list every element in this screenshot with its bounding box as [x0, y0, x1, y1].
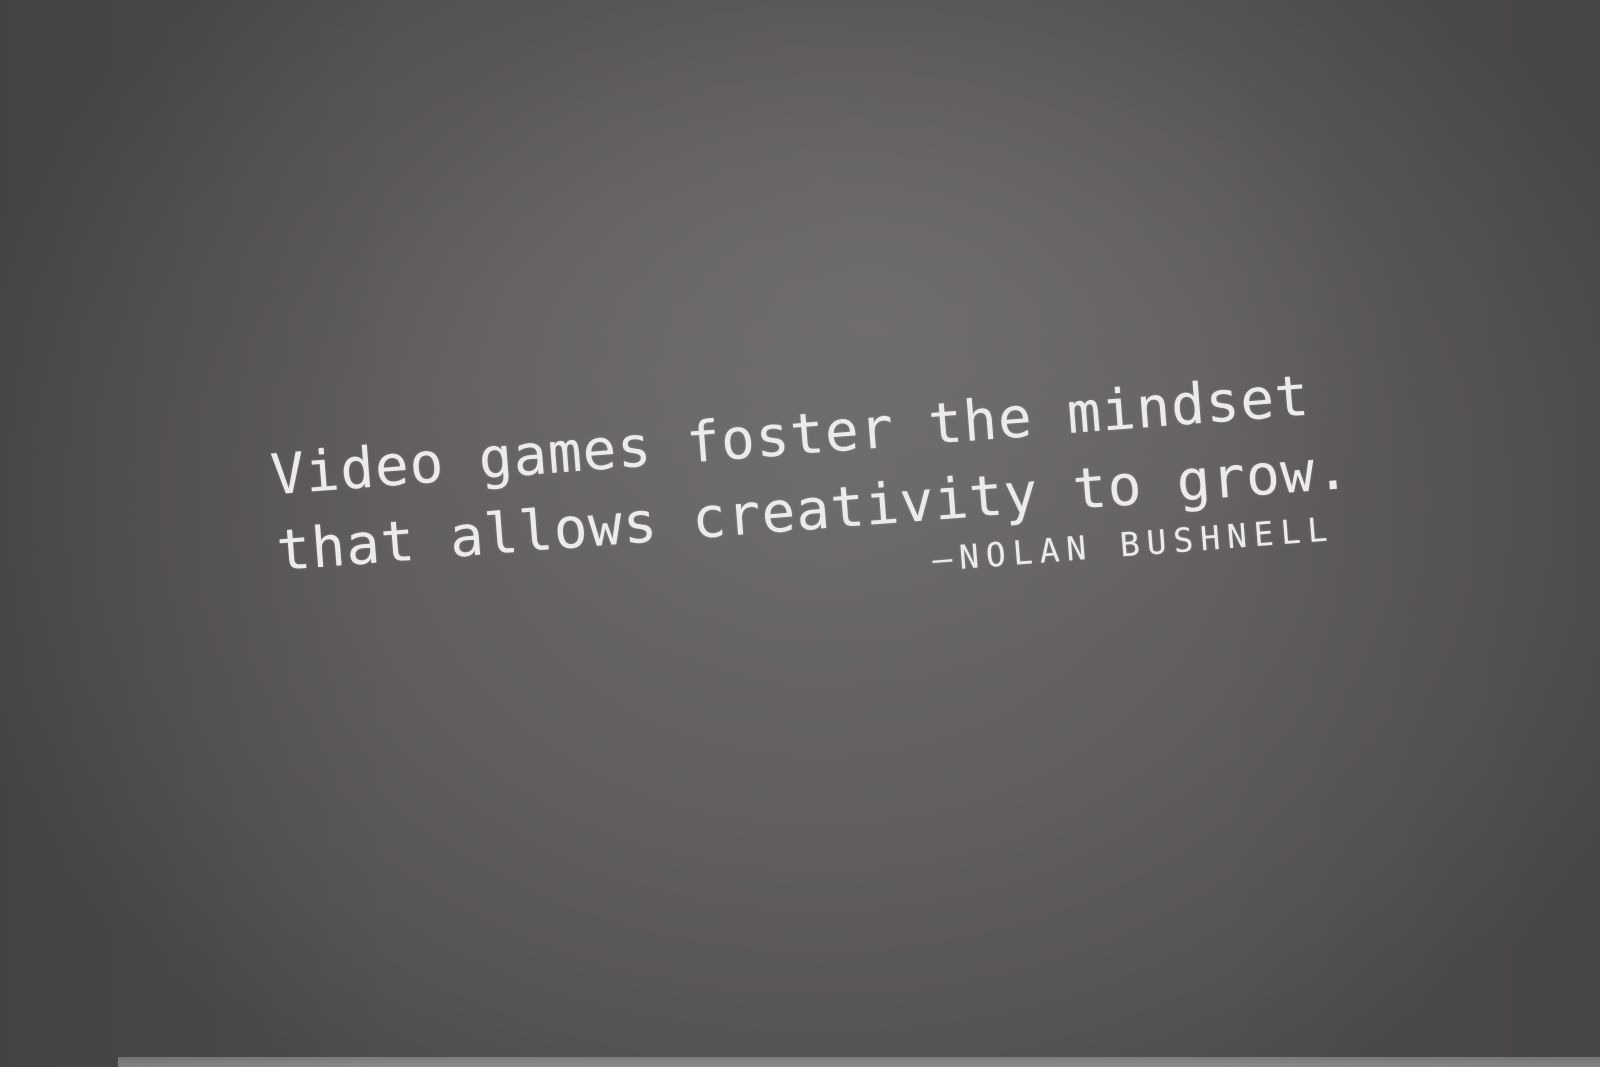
- gallery-wall: Video games foster the mindset that allo…: [0, 0, 1600, 1067]
- floor-strip: [118, 1057, 1600, 1067]
- wall-quote: Video games foster the mindset that allo…: [268, 356, 1360, 632]
